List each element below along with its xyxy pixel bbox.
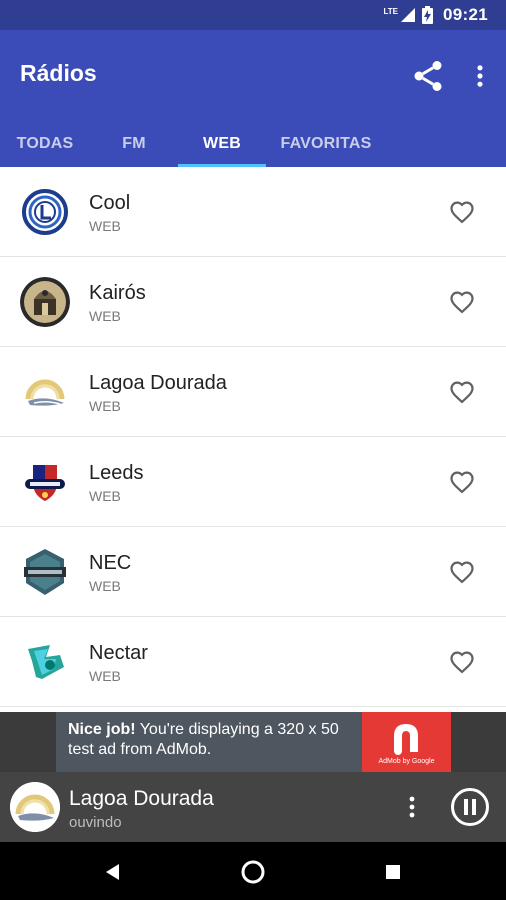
station-name: Cool bbox=[89, 192, 131, 214]
clock: 09:21 bbox=[443, 5, 488, 24]
station-type: WEB bbox=[89, 398, 121, 414]
tab-bar: TODAS FM WEB FAVORITAS bbox=[0, 120, 506, 167]
heart-outline-icon[interactable] bbox=[447, 378, 477, 406]
lte-signal-icon bbox=[401, 8, 416, 22]
station-row-leeds[interactable]: Leeds WEB bbox=[0, 437, 506, 527]
leeds-logo-icon bbox=[20, 457, 70, 507]
station-row-lagoa-dourada[interactable]: Lagoa Dourada WEB bbox=[0, 347, 506, 437]
ad-text[interactable]: Nice job! You're displaying a 320 x 50 t… bbox=[56, 712, 362, 772]
tab-label: FAVORITAS bbox=[280, 134, 372, 152]
tab-label: FM bbox=[122, 134, 146, 152]
kairos-logo-icon bbox=[20, 277, 70, 327]
cool-logo-icon bbox=[20, 187, 70, 237]
heart-outline-icon[interactable] bbox=[447, 648, 477, 676]
share-icon[interactable] bbox=[410, 58, 446, 94]
lagoa-dourada-logo-icon bbox=[10, 782, 60, 832]
page-title: Rádios bbox=[20, 60, 97, 86]
station-name: Leeds bbox=[89, 462, 144, 484]
ad-headline: Nice job! bbox=[68, 721, 136, 738]
network-type-label: LTE bbox=[383, 6, 399, 16]
lagoa-dourada-logo-icon bbox=[20, 367, 70, 417]
ad-banner[interactable]: Nice job! You're displaying a 320 x 50 t… bbox=[0, 712, 506, 772]
app-screen: LTE 09:21 Rádios TODAS FM WEB FAVORITAS … bbox=[0, 0, 506, 900]
station-row-cool[interactable]: Cool WEB bbox=[0, 167, 506, 257]
pause-circle-icon[interactable] bbox=[450, 787, 490, 827]
battery-charging-icon bbox=[422, 6, 434, 24]
station-type: WEB bbox=[89, 668, 121, 684]
station-list[interactable]: Cool WEB Kairós WEB Lagoa Dourada WEB Le… bbox=[0, 167, 506, 712]
now-playing-title: Lagoa Dourada bbox=[69, 787, 214, 810]
tab-favoritas[interactable]: FAVORITAS bbox=[266, 120, 386, 167]
more-vert-icon[interactable] bbox=[400, 792, 424, 822]
tab-todas[interactable]: TODAS bbox=[0, 120, 90, 167]
heart-outline-icon[interactable] bbox=[447, 288, 477, 316]
station-name: Kairós bbox=[89, 282, 146, 304]
now-playing-bar[interactable]: Lagoa Dourada ouvindo bbox=[0, 772, 506, 842]
station-type: WEB bbox=[89, 488, 121, 504]
heart-outline-icon[interactable] bbox=[447, 468, 477, 496]
home-icon[interactable] bbox=[240, 859, 266, 885]
recents-icon[interactable] bbox=[380, 859, 406, 885]
system-nav-bar bbox=[0, 842, 506, 900]
station-type: WEB bbox=[89, 308, 121, 324]
tab-fm[interactable]: FM bbox=[90, 120, 178, 167]
tab-web[interactable]: WEB bbox=[178, 120, 266, 167]
status-icons: LTE bbox=[384, 6, 434, 24]
station-type: WEB bbox=[89, 578, 121, 594]
nec-logo-icon bbox=[20, 547, 70, 597]
now-playing-status: ouvindo bbox=[69, 814, 122, 831]
status-bar: LTE 09:21 bbox=[0, 0, 506, 30]
station-row-kairos[interactable]: Kairós WEB bbox=[0, 257, 506, 347]
tab-label: TODAS bbox=[16, 134, 74, 152]
station-row-nec[interactable]: NEC WEB bbox=[0, 527, 506, 617]
more-vert-icon[interactable] bbox=[466, 58, 494, 94]
toolbar: Rádios bbox=[0, 30, 506, 120]
heart-outline-icon[interactable] bbox=[447, 198, 477, 226]
station-row-nectar[interactable]: Nectar WEB bbox=[0, 617, 506, 707]
ad-caption: AdMob by Google bbox=[378, 758, 435, 765]
tab-label: WEB bbox=[203, 134, 241, 152]
station-name: Lagoa Dourada bbox=[89, 372, 227, 394]
station-type: WEB bbox=[89, 218, 121, 234]
nectar-logo-icon bbox=[20, 637, 70, 687]
heart-outline-icon[interactable] bbox=[447, 558, 477, 586]
app-bar: Rádios TODAS FM WEB FAVORITAS bbox=[0, 30, 506, 167]
station-name: Nectar bbox=[89, 642, 148, 664]
back-icon[interactable] bbox=[100, 859, 126, 885]
station-name: NEC bbox=[89, 552, 132, 574]
